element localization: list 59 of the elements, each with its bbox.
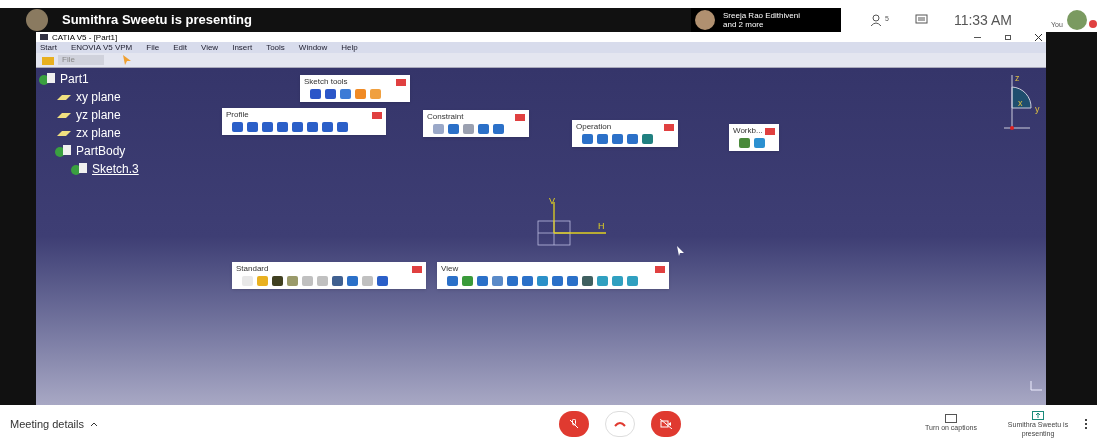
participant-more: and 2 more (723, 20, 765, 29)
menu-item[interactable]: File (146, 43, 160, 52)
participant-name: Sreeja Rao Edithiveni (723, 11, 800, 20)
menu-item[interactable]: Start (40, 43, 57, 52)
tree-item[interactable]: xy plane (76, 88, 121, 106)
menu-item[interactable]: Edit (173, 43, 187, 52)
tree-node-icon (70, 162, 88, 176)
tree-item[interactable]: Sketch.3 (92, 160, 139, 178)
window-title: CATIA V5 - [Part1] (52, 32, 118, 42)
tree-item[interactable]: yz plane (76, 106, 121, 124)
menu-item[interactable]: Insert (232, 43, 253, 52)
restore-icon[interactable] (1005, 34, 1011, 40)
clock-time: 11:33 AM (953, 10, 1013, 30)
present-icon[interactable] (1032, 410, 1044, 420)
captions-icon[interactable] (945, 414, 957, 424)
toolbar-title: Operation (576, 122, 612, 132)
menu-item[interactable]: ENOVIA V5 VPM (70, 43, 133, 52)
tree-node-icon (54, 144, 72, 158)
avatar (695, 10, 715, 30)
avatar (1066, 10, 1087, 30)
menu-item[interactable]: Tools (266, 43, 285, 52)
toolbar-title: Constraint (427, 112, 464, 122)
tree-item[interactable]: Part1 (60, 70, 89, 88)
toolbar-icons-drawing[interactable] (580, 133, 655, 145)
menu-item[interactable]: View (200, 43, 219, 52)
compass-drawing: z y x (1004, 72, 1048, 132)
toolbar-title: Standard (236, 264, 269, 274)
sketch-axes-drawing: V H (536, 196, 616, 266)
toolbar-icons-drawing[interactable] (308, 88, 383, 100)
presenter-text: Sumithra Sweetu is presenting (62, 11, 252, 30)
meeting-details-button[interactable]: Meeting details (10, 415, 84, 433)
chat-icon[interactable] (914, 14, 928, 26)
tree-item[interactable]: zx plane (76, 124, 121, 142)
microphone-button[interactable] (558, 411, 589, 437)
microphone-icon (568, 419, 579, 429)
notification-badge (1089, 20, 1097, 28)
app-icon (40, 34, 48, 40)
chevron-up-icon[interactable] (90, 421, 98, 427)
camera-button[interactable] (650, 411, 681, 437)
toolbar-icons-drawing[interactable] (445, 275, 640, 287)
menu-item[interactable]: Window (298, 43, 328, 52)
toolbar-icons-drawing[interactable] (431, 123, 506, 135)
toolbar-icons-drawing[interactable] (230, 121, 350, 133)
camera-icon (659, 419, 672, 429)
hang-up-button[interactable] (604, 411, 635, 437)
toolbar-icons-drawing[interactable] (240, 275, 390, 287)
toolbar-title: View (441, 264, 459, 274)
toolbar-title: Workb... (733, 126, 763, 136)
toolbar-title: Sketch tools (304, 77, 348, 87)
minimize-icon[interactable] (974, 36, 981, 38)
close-icon[interactable] (1035, 33, 1042, 41)
tree-item[interactable]: PartBody (76, 142, 126, 160)
tree-node-icon (38, 72, 56, 86)
menu-item[interactable]: Help (341, 43, 358, 52)
avatar (26, 9, 48, 31)
axis-corner-icon (1030, 381, 1042, 391)
toolbar-title: Profile (226, 110, 249, 120)
phone-icon (613, 421, 626, 427)
cursor-icon (677, 246, 684, 256)
